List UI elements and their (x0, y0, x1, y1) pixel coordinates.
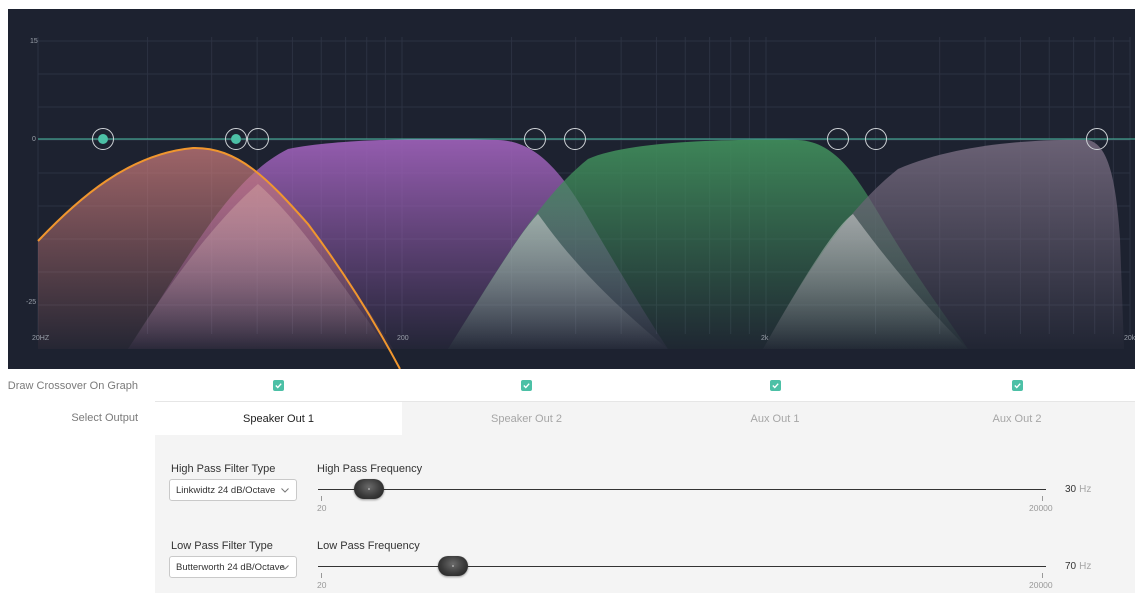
tab-speaker-out-1[interactable]: Speaker Out 1 (155, 402, 402, 435)
x-label-200: 200 (397, 335, 409, 342)
tab-aux-out-1[interactable]: Aux Out 1 (651, 402, 899, 435)
x-label-20k: 20k (1124, 335, 1135, 342)
high-pass-type-value: Linkwidtz 24 dB/Octave (176, 484, 276, 496)
high-pass-type-select[interactable]: Linkwidtz 24 dB/Octave (169, 479, 297, 501)
high-pass-frequency-slider[interactable] (318, 489, 1046, 490)
low-pass-max-tick (1042, 573, 1043, 578)
low-pass-frequency-slider-thumb[interactable] (437, 556, 468, 576)
crossover-check-cell (651, 369, 899, 401)
high-pass-frequency-number: 30 (1065, 484, 1077, 495)
high-pass-min-tick (321, 496, 322, 501)
y-label-top: 15 (30, 38, 38, 45)
high-pass-max-tick (1042, 496, 1043, 501)
x-label-2k: 2k (761, 335, 769, 342)
crossover-check-cell (155, 369, 402, 401)
y-label-zero: 0 (32, 136, 36, 143)
high-pass-type-label: High Pass Filter Type (171, 463, 276, 475)
low-pass-min-label: 20 (317, 580, 327, 590)
high-pass-frequency-label: High Pass Frequency (317, 463, 423, 475)
chevron-down-icon (281, 565, 289, 570)
checkmark-icon (523, 382, 530, 388)
crossover-check-cell (899, 369, 1135, 401)
low-pass-max-label: 20000 (1029, 580, 1053, 590)
tab-speaker-out-2[interactable]: Speaker Out 2 (402, 402, 651, 435)
low-pass-frequency-number: 70 (1065, 561, 1077, 572)
low-pass-frequency-label: Low Pass Frequency (317, 540, 420, 552)
checkmark-icon (771, 382, 779, 388)
eq-graph-svg: 15 0 -25 20HZ 200 2k 20k (26, 37, 1135, 369)
tab-aux-out-2[interactable]: Aux Out 2 (899, 402, 1135, 435)
crossover-checkbox-speaker-out-2[interactable] (521, 379, 532, 391)
select-output-label: Select Output (71, 412, 138, 424)
eq-graph[interactable]: 15 0 -25 20HZ 200 2k 20k (8, 9, 1135, 369)
high-pass-min-label: 20 (317, 503, 327, 513)
crossover-checkbox-aux-out-1[interactable] (769, 379, 781, 391)
checkmark-icon (275, 382, 282, 388)
high-pass-frequency-unit: Hz (1079, 484, 1092, 495)
filter-settings-panel: High Pass Filter Type Linkwidtz 24 dB/Oc… (155, 435, 1135, 593)
low-pass-min-tick (321, 573, 322, 578)
high-pass-frequency-value: 30 Hz (1065, 484, 1091, 495)
low-pass-frequency-slider[interactable] (318, 566, 1046, 567)
low-pass-type-select[interactable]: Butterworth 24 dB/Octave (169, 556, 297, 578)
crossover-check-cell (402, 369, 651, 401)
low-pass-type-label: Low Pass Filter Type (171, 540, 273, 552)
crossover-checkbox-aux-out-2[interactable] (1011, 379, 1023, 391)
x-label-20hz: 20HZ (32, 335, 50, 342)
high-pass-max-label: 20000 (1029, 503, 1053, 513)
chevron-down-icon (281, 488, 289, 493)
low-pass-frequency-value: 70 Hz (1065, 561, 1091, 572)
low-pass-frequency-unit: Hz (1079, 561, 1092, 572)
crossover-checkbox-speaker-out-1[interactable] (273, 379, 284, 391)
low-pass-type-value: Butterworth 24 dB/Octave (176, 561, 285, 573)
checkmark-icon (1013, 382, 1021, 388)
draw-crossover-label: Draw Crossover On Graph (7, 380, 138, 392)
high-pass-frequency-slider-thumb[interactable] (353, 479, 384, 499)
y-label-bottom: -25 (26, 299, 36, 306)
